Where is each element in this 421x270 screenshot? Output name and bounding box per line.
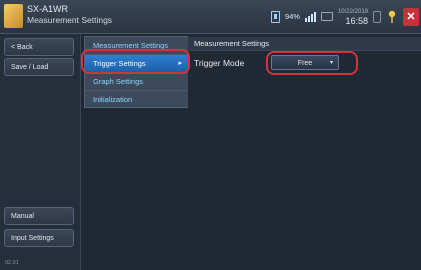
pin-icon[interactable] (386, 10, 398, 24)
date-text: 10/22/2019 (337, 8, 368, 15)
status-area: 94% 10/22/2019 16:58 ✕ (270, 5, 419, 28)
app-name: SX-A1WR (27, 4, 69, 14)
manual-button[interactable]: Manual (4, 207, 74, 225)
app-logo-icon (4, 4, 23, 28)
battery-icon (270, 10, 280, 23)
page-title: Measurement Settings (27, 15, 113, 25)
signal-icon (304, 11, 316, 22)
title-bar: SX-A1WR Measurement Settings 94% 10/22/2… (0, 0, 421, 34)
input-settings-button[interactable]: Input Settings (4, 229, 74, 247)
menu-item-graph-settings[interactable]: Graph Settings (85, 73, 188, 91)
sd-card-icon (320, 12, 333, 21)
trigger-mode-label: Trigger Mode (194, 58, 245, 68)
section-header: Measurement Settings (188, 37, 421, 51)
datetime: 10/22/2019 16:58 (338, 8, 368, 26)
save-load-button[interactable]: Save / Load (4, 58, 74, 76)
back-button[interactable]: < Back (4, 38, 74, 56)
menu-item-initialization[interactable]: Initialization (85, 91, 188, 108)
sidebar: < Back Save / Load Manual Input Settings… (0, 34, 81, 270)
highlight-trigger-settings (81, 49, 190, 74)
usb-icon (373, 10, 381, 23)
close-button[interactable]: ✕ (403, 7, 419, 26)
highlight-trigger-mode (266, 51, 358, 75)
time-text: 16:58 (345, 15, 368, 26)
version-label: 02.01 (5, 260, 19, 266)
battery-level: 94% (284, 12, 300, 21)
